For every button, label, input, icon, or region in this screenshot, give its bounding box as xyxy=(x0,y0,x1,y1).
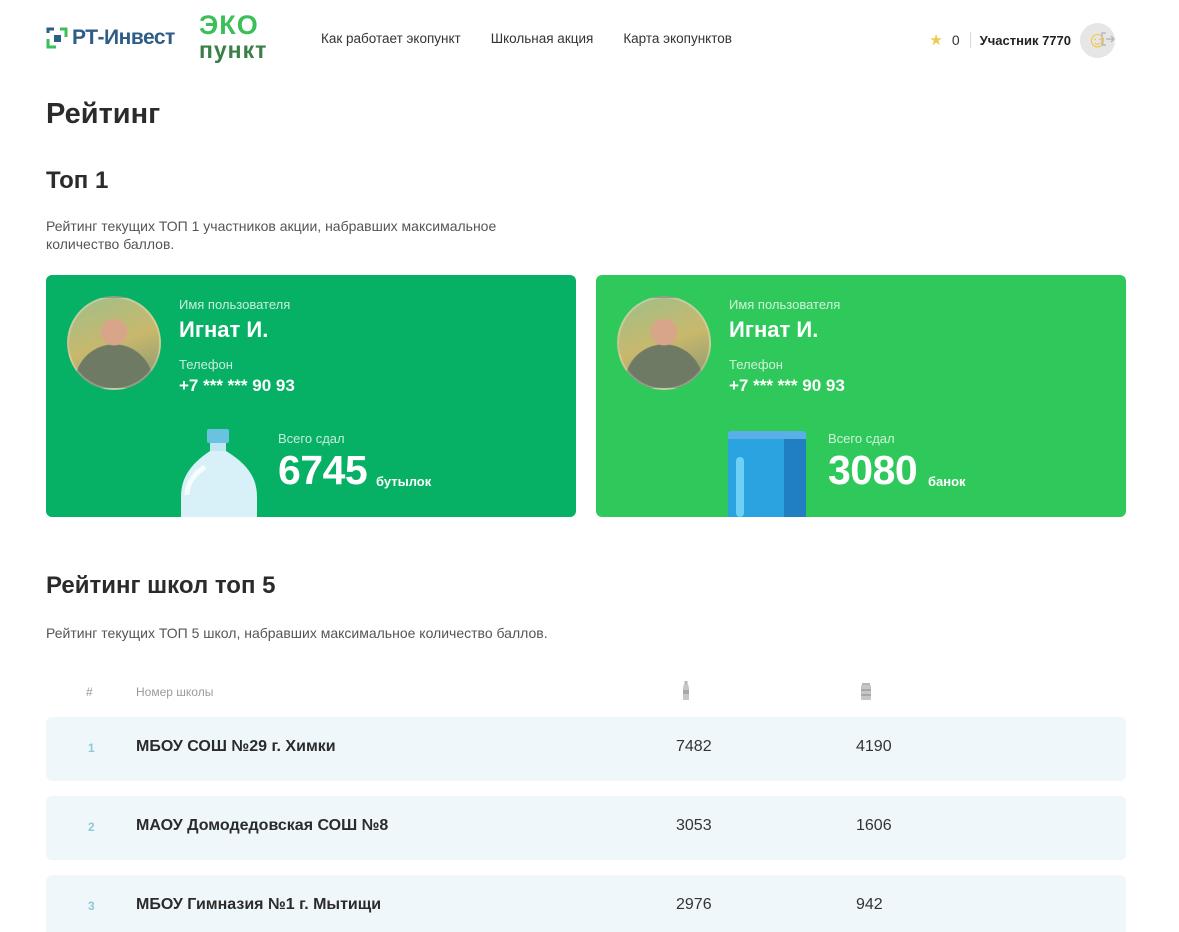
name-label: Имя пользователя xyxy=(179,297,291,312)
nav-school-campaign[interactable]: Школьная акция xyxy=(491,31,594,46)
total-label: Всего сдал xyxy=(828,431,895,446)
can-icon xyxy=(861,683,871,700)
site-header: РТ-Инвест ЭКО пункт Как работает экопунк… xyxy=(0,0,1179,80)
table-row: 3 МБОУ Гимназия №1 г. Мытищи 2976 942 xyxy=(46,875,1126,932)
phone-label: Телефон xyxy=(729,357,783,372)
row-rank: 2 xyxy=(88,820,95,834)
row-school: МАОУ Домодедовская СОШ №8 xyxy=(136,817,389,834)
total-unit: банок xyxy=(928,474,966,489)
header-rank: # xyxy=(86,685,93,699)
table-row: 1 МБОУ СОШ №29 г. Химки 7482 4190 xyxy=(46,717,1126,781)
total-value: 6745 xyxy=(278,447,368,493)
username[interactable]: Участник 7770 xyxy=(980,33,1071,48)
eko-punkt-logo[interactable]: ЭКО пункт xyxy=(199,12,275,64)
top-section-title: Топ 1 xyxy=(46,167,109,194)
header-school: Номер школы xyxy=(136,685,214,699)
row-rank: 1 xyxy=(88,741,95,755)
row-bottles: 2976 xyxy=(676,896,712,913)
top-user-card-cans: Имя пользователя Игнат И. Телефон +7 ***… xyxy=(596,275,1126,517)
schools-section-description: Рейтинг текущих ТОП 5 школ, набравших ма… xyxy=(46,625,548,641)
can-icon xyxy=(728,431,806,517)
logout-icon[interactable] xyxy=(1099,30,1117,48)
schools-section-title: Рейтинг школ топ 5 xyxy=(46,572,276,599)
row-school: МБОУ Гимназия №1 г. Мытищи xyxy=(136,896,382,913)
eko-logo-line2: пункт xyxy=(199,37,268,63)
table-row: 2 МАОУ Домодедовская СОШ №8 3053 1606 xyxy=(46,796,1126,860)
rt-invest-logo-icon xyxy=(46,27,68,49)
water-bottle-icon xyxy=(181,429,257,517)
user-phone: +7 *** *** 90 93 xyxy=(179,376,295,395)
row-bottles: 3053 xyxy=(676,817,712,834)
main-nav: Как работает экопункт Школьная акция Кар… xyxy=(321,31,732,46)
row-bottles: 7482 xyxy=(676,738,712,755)
phone-label: Телефон xyxy=(179,357,233,372)
user-name: Игнат И. xyxy=(729,317,819,342)
user-panel: ★ 0 Участник 7770 ☺ xyxy=(929,22,1115,58)
bottle-icon xyxy=(683,681,689,700)
divider xyxy=(969,32,971,48)
name-label: Имя пользователя xyxy=(729,297,841,312)
total-unit: бутылок xyxy=(376,474,432,489)
total-value: 3080 xyxy=(828,447,918,493)
row-cans: 1606 xyxy=(856,817,892,834)
nav-how-it-works[interactable]: Как работает экопункт xyxy=(321,31,461,46)
row-cans: 4190 xyxy=(856,738,892,755)
row-school: МБОУ СОШ №29 г. Химки xyxy=(136,738,336,755)
user-name: Игнат И. xyxy=(179,317,269,342)
page-title: Рейтинг xyxy=(46,98,161,130)
total-label: Всего сдал xyxy=(278,431,345,446)
points-count: 0 xyxy=(951,32,960,48)
star-icon: ★ xyxy=(929,32,943,49)
rt-invest-logo[interactable]: РТ-Инвест xyxy=(46,26,175,50)
top-section-description: Рейтинг текущих ТОП 1 участников акции, … xyxy=(46,218,497,252)
top-user-card-bottles: Имя пользователя Игнат И. Телефон +7 ***… xyxy=(46,275,576,517)
brand-name: РТ-Инвест xyxy=(72,26,175,49)
eko-logo-line1: ЭКО xyxy=(199,10,259,40)
row-cans: 942 xyxy=(856,896,883,913)
user-phone: +7 *** *** 90 93 xyxy=(729,376,845,395)
user-photo xyxy=(617,296,711,390)
row-rank: 3 xyxy=(88,899,95,913)
nav-map[interactable]: Карта экопунктов xyxy=(623,31,732,46)
user-photo xyxy=(67,296,161,390)
